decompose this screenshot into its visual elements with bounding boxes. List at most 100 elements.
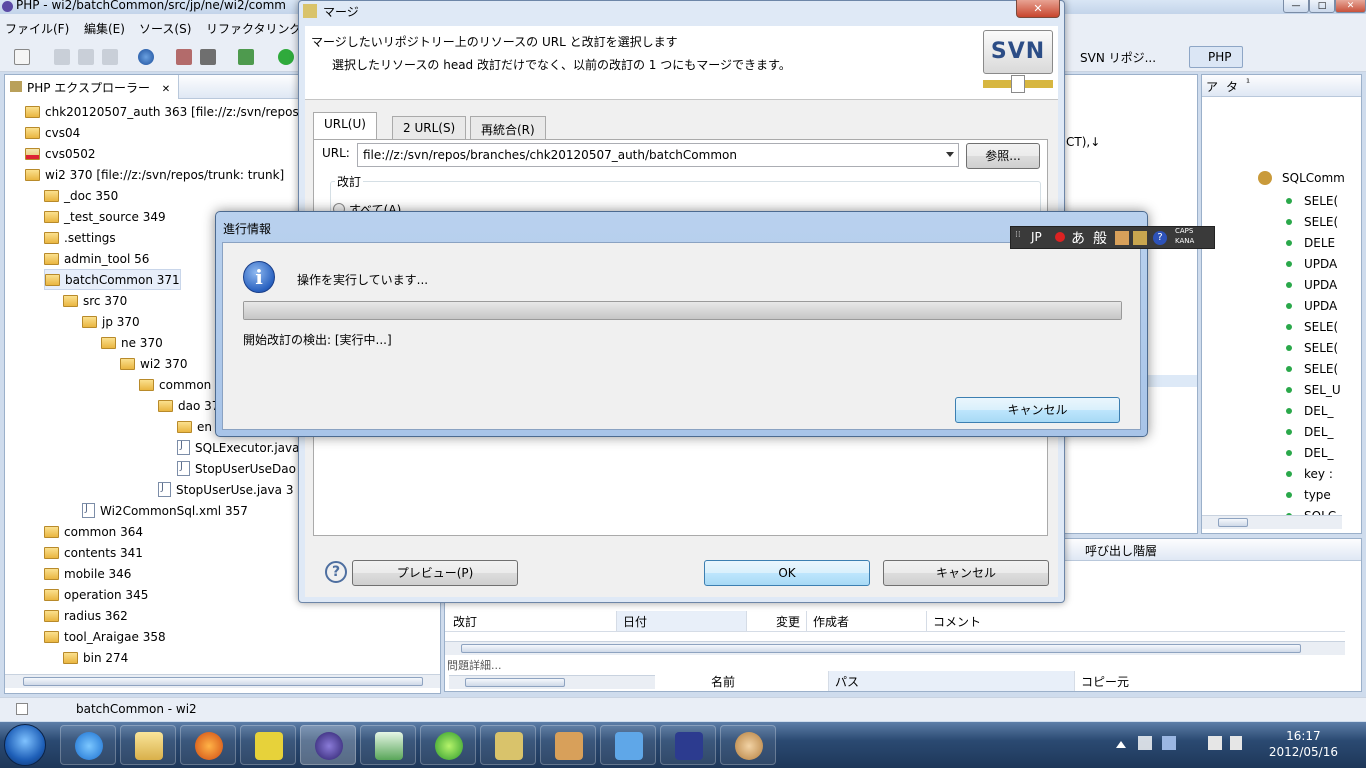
ime-mode[interactable]: あ bbox=[1071, 228, 1085, 248]
tree-item[interactable]: operation 345 bbox=[44, 584, 148, 605]
tree-item[interactable]: jp 370 bbox=[82, 311, 140, 332]
outline-hscrollbar[interactable] bbox=[1202, 515, 1342, 529]
ime-help-icon[interactable]: ? bbox=[1153, 231, 1167, 245]
save-icon[interactable] bbox=[54, 49, 70, 65]
outline-root[interactable]: SQLComm bbox=[1258, 171, 1345, 185]
outline-item[interactable]: SELE( bbox=[1286, 211, 1338, 232]
tree-item[interactable]: Wi2CommonSql.xml 357 bbox=[82, 500, 248, 521]
tree-item[interactable]: chk20120507_auth 363 [file://z:/svn/repo… bbox=[25, 101, 299, 122]
run-icon[interactable] bbox=[278, 49, 294, 65]
col-date[interactable]: 日付 bbox=[617, 611, 747, 631]
gear-icon[interactable] bbox=[238, 49, 254, 65]
tree-item[interactable]: admin_tool 56 bbox=[44, 248, 149, 269]
flag-icon[interactable] bbox=[1138, 736, 1152, 750]
outline-item[interactable]: SELE( bbox=[1286, 316, 1338, 337]
outline-item[interactable]: UPDA bbox=[1286, 295, 1337, 316]
outline-item[interactable]: UPDA bbox=[1286, 253, 1337, 274]
outline-item[interactable]: key : bbox=[1286, 463, 1333, 484]
taskbar-app5[interactable] bbox=[600, 725, 656, 765]
print-icon[interactable] bbox=[102, 49, 118, 65]
history-hscrollbar[interactable] bbox=[445, 641, 1345, 655]
ime-tool-icon[interactable] bbox=[1115, 231, 1129, 245]
url-combo[interactable]: file://z:/svn/repos/branches/chk20120507… bbox=[357, 143, 959, 167]
col-author[interactable]: 作成者 bbox=[807, 611, 927, 631]
outline-item[interactable]: type bbox=[1286, 484, 1331, 505]
globe-icon[interactable] bbox=[138, 49, 154, 65]
other-tab[interactable]: ¹ bbox=[1246, 78, 1250, 89]
taskbar-app6[interactable] bbox=[660, 725, 716, 765]
tree-item[interactable]: cvs0502 bbox=[25, 143, 96, 164]
tree-item[interactable]: dao 37 bbox=[158, 395, 219, 416]
tree-item[interactable]: StopUserUse.java 3 bbox=[158, 479, 293, 500]
tree-item[interactable]: ne 370 bbox=[101, 332, 163, 353]
merge-close-button[interactable]: ✕ bbox=[1016, 0, 1060, 18]
outline-item[interactable]: SELE( bbox=[1286, 358, 1338, 379]
volume-icon[interactable] bbox=[1230, 736, 1242, 750]
taskbar-eclipse[interactable] bbox=[300, 725, 356, 765]
outline-item[interactable]: SELE( bbox=[1286, 337, 1338, 358]
chevron-down-icon[interactable] bbox=[946, 152, 954, 157]
tree-item[interactable]: wi2 370 [file://z:/svn/repos/trunk: trun… bbox=[25, 164, 284, 185]
debug-icon[interactable] bbox=[176, 49, 192, 65]
ime-lang[interactable]: JP bbox=[1031, 230, 1042, 244]
tree-item[interactable]: contents 341 bbox=[44, 542, 143, 563]
preview-button[interactable]: プレビュー(P) bbox=[352, 560, 518, 586]
menu-file[interactable]: ファイル(F) bbox=[5, 20, 69, 37]
network-icon[interactable] bbox=[1162, 736, 1176, 750]
tab-2url[interactable]: 2 URL(S) bbox=[392, 116, 467, 140]
taskbar-explorer[interactable] bbox=[120, 725, 176, 765]
clock[interactable]: 16:17 2012/05/16 bbox=[1269, 728, 1338, 760]
menu-source[interactable]: ソース(S) bbox=[139, 20, 191, 37]
outline-tab[interactable]: ア bbox=[1206, 78, 1218, 95]
tree-item[interactable]: StopUserUseDao bbox=[177, 458, 296, 479]
browse-button[interactable]: 参照... bbox=[966, 143, 1040, 169]
tree-item[interactable]: cvs04 bbox=[25, 122, 80, 143]
task-tab[interactable]: タ bbox=[1226, 78, 1238, 95]
tree-item[interactable]: en bbox=[177, 416, 212, 437]
tab-reintegrate[interactable]: 再統合(R) bbox=[470, 116, 546, 140]
col-comment[interactable]: コメント bbox=[927, 611, 1337, 631]
tree-item[interactable]: common bbox=[139, 374, 211, 395]
taskbar-ie[interactable] bbox=[60, 725, 116, 765]
new-icon[interactable] bbox=[14, 49, 30, 65]
maximize-button[interactable]: □ bbox=[1309, 0, 1335, 13]
outline-item[interactable]: SELE( bbox=[1286, 190, 1338, 211]
tree-item[interactable]: tool_Araigae 358 bbox=[44, 626, 166, 647]
perspective-svn[interactable]: SVN リポジ... bbox=[1062, 46, 1186, 68]
taskbar-app2[interactable] bbox=[420, 725, 476, 765]
ime-record-icon[interactable] bbox=[1055, 232, 1065, 242]
outline-item[interactable]: UPDA bbox=[1286, 274, 1337, 295]
call-hierarchy-tab[interactable]: 呼び出し階層 bbox=[1085, 542, 1157, 559]
col-changes[interactable]: 変更 bbox=[747, 611, 807, 631]
progress-cancel-button[interactable]: キャンセル bbox=[955, 397, 1120, 423]
taskbar-app1[interactable] bbox=[240, 725, 296, 765]
ime-dict[interactable]: 般 bbox=[1093, 228, 1107, 248]
col-path[interactable]: パス bbox=[829, 671, 1075, 691]
minimize-button[interactable]: — bbox=[1283, 0, 1309, 13]
search-icon[interactable] bbox=[200, 49, 216, 65]
tab-url[interactable]: URL(U) bbox=[313, 112, 377, 140]
tree-item[interactable]: bin 274 bbox=[63, 647, 128, 668]
tree-item[interactable]: wi2 370 bbox=[120, 353, 188, 374]
outline-item[interactable]: SEL_U bbox=[1286, 379, 1341, 400]
outline-item[interactable]: DEL_ bbox=[1286, 442, 1334, 463]
tree-item[interactable]: common 364 bbox=[44, 521, 143, 542]
ok-button[interactable]: OK bbox=[704, 560, 870, 586]
perspective-php[interactable]: PHP bbox=[1189, 46, 1243, 68]
taskbar-app3[interactable] bbox=[480, 725, 536, 765]
tree-item[interactable]: src 370 bbox=[63, 290, 127, 311]
close-icon[interactable]: ✕ bbox=[162, 84, 170, 95]
tray-expand-icon[interactable] bbox=[1116, 738, 1126, 748]
history-lower-hscrollbar[interactable] bbox=[449, 675, 655, 689]
tree-item[interactable]: _doc 350 bbox=[44, 185, 118, 206]
tree-item[interactable]: .settings bbox=[44, 227, 116, 248]
menu-refactor[interactable]: リファクタリング bbox=[206, 20, 302, 37]
explorer-hscrollbar[interactable] bbox=[5, 674, 440, 688]
ime-grip-icon[interactable]: ⁞⁞ bbox=[1015, 230, 1021, 240]
tree-item[interactable]: radius 362 bbox=[44, 605, 128, 626]
tree-item[interactable]: batchCommon 371 bbox=[44, 269, 181, 290]
start-button[interactable] bbox=[4, 724, 46, 766]
tree-item[interactable]: _test_source 349 bbox=[44, 206, 166, 227]
close-button[interactable]: ✕ bbox=[1335, 0, 1366, 13]
taskbar-firefox[interactable] bbox=[180, 725, 236, 765]
